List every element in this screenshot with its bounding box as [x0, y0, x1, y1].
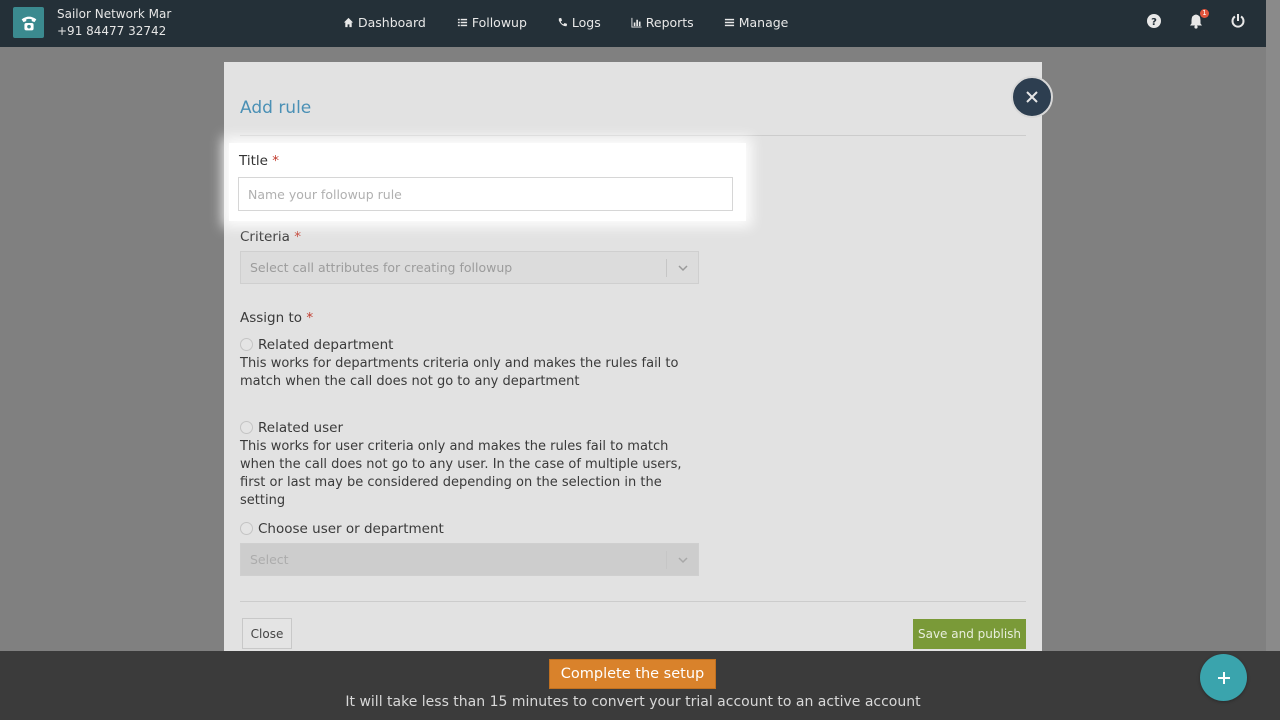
title-required-mark: * — [272, 153, 279, 169]
criteria-label-text: Criteria — [240, 229, 290, 245]
nav-manage-label: Manage — [738, 15, 789, 30]
help-icon[interactable]: ? — [1146, 13, 1162, 29]
phone-icon — [558, 17, 567, 27]
complete-setup-button[interactable]: Complete the setup — [549, 659, 716, 689]
assign-to-label: Assign to * — [240, 310, 313, 326]
user-department-placeholder: Select — [250, 552, 289, 567]
criteria-label: Criteria * — [240, 229, 301, 245]
nav-manage[interactable]: Manage — [724, 15, 789, 30]
radio-related-department[interactable] — [240, 338, 253, 351]
close-icon — [1026, 91, 1038, 103]
criteria-select[interactable]: Select call attributes for creating foll… — [240, 251, 699, 284]
svg-text:?: ? — [1151, 17, 1157, 28]
title-field-group: Title * — [229, 143, 746, 221]
save-and-publish-button[interactable]: Save and publish — [913, 619, 1026, 649]
bar-chart-icon — [631, 17, 642, 28]
title-label: Title * — [239, 153, 279, 169]
related-user-description: This works for user criteria only and ma… — [240, 439, 682, 508]
nav-followup-label: Followup — [471, 15, 527, 30]
modal-close-button[interactable] — [1011, 76, 1053, 118]
related-department-label: Related department — [258, 337, 394, 353]
criteria-placeholder: Select call attributes for creating foll… — [250, 260, 513, 275]
top-navbar: Sailor Network Mar +91 84477 32742 Dashb… — [0, 0, 1266, 47]
user-department-select[interactable]: Select — [240, 543, 699, 576]
criteria-required-mark: * — [294, 229, 301, 245]
title-input[interactable] — [238, 177, 733, 211]
setup-banner: Complete the setup It will take less tha… — [0, 651, 1280, 720]
nav-followup[interactable]: Followup — [457, 15, 527, 30]
chevron-down-icon — [678, 557, 688, 564]
radio-choose-user-or-department[interactable] — [240, 522, 253, 535]
menu-icon — [724, 18, 734, 27]
nav-dashboard-label: Dashboard — [358, 15, 426, 30]
nav-dashboard[interactable]: Dashboard — [343, 15, 426, 30]
choose-user-or-department-label: Choose user or department — [258, 521, 444, 537]
power-icon[interactable] — [1230, 13, 1246, 29]
phone-logo-icon[interactable] — [13, 7, 44, 38]
notification-bell-icon[interactable]: 1 — [1188, 9, 1209, 29]
modal-title: Add rule — [240, 98, 312, 118]
page-scrollbar[interactable] — [1266, 0, 1280, 720]
nav-logs[interactable]: Logs — [557, 15, 601, 30]
nav-reports-label: Reports — [645, 15, 694, 30]
nav-reports[interactable]: Reports — [631, 15, 694, 30]
account-info[interactable]: Sailor Network Mar +91 84477 32742 — [57, 6, 171, 40]
main-nav: Dashboard Followup Logs Reports Manage — [343, 15, 818, 30]
setup-banner-text: It will take less than 15 minutes to con… — [345, 694, 921, 710]
radio-related-user[interactable] — [240, 421, 253, 434]
related-user-label: Related user — [258, 420, 344, 436]
list-icon — [457, 18, 467, 27]
select-separator — [666, 551, 667, 569]
header-actions: ? 1 — [1146, 9, 1246, 29]
home-icon — [343, 17, 354, 28]
close-button[interactable]: Close — [242, 618, 292, 649]
plus-icon — [1217, 671, 1230, 684]
notification-badge: 1 — [1200, 9, 1209, 18]
account-name: Sailor Network Mar — [57, 7, 172, 21]
chevron-down-icon — [678, 265, 688, 272]
assign-to-required-mark: * — [306, 310, 314, 326]
nav-logs-label: Logs — [571, 15, 601, 30]
title-label-text: Title — [239, 153, 268, 169]
account-phone: +91 84477 32742 — [57, 24, 167, 38]
related-department-description: This works for departments criteria only… — [240, 356, 679, 389]
add-fab-button[interactable] — [1200, 654, 1247, 701]
select-separator — [666, 259, 667, 277]
modal-header-divider — [240, 135, 1026, 136]
assign-to-label-text: Assign to — [240, 310, 303, 326]
modal-footer-divider — [240, 601, 1026, 602]
